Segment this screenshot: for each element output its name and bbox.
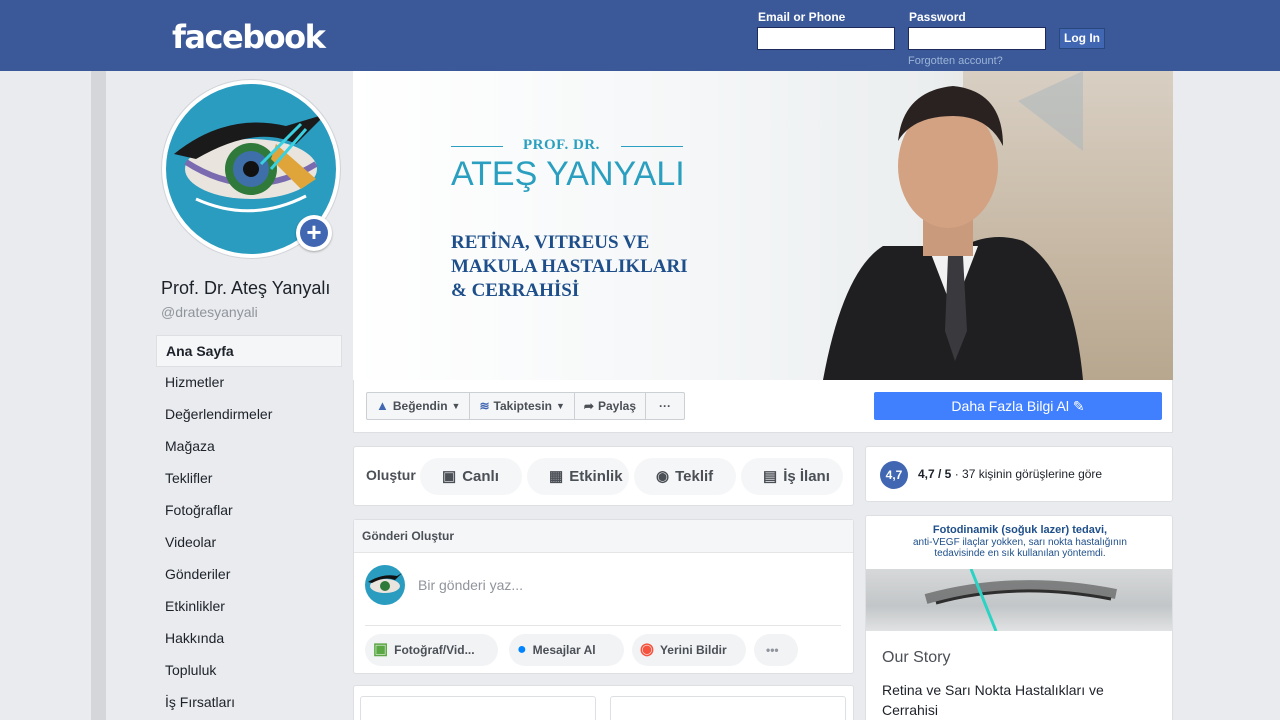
nav-item-home[interactable]: Ana Sayfa bbox=[156, 335, 342, 367]
nav-item-shop[interactable]: Mağaza bbox=[156, 431, 342, 463]
doctor-portrait bbox=[823, 71, 1083, 380]
photo-icon: ▣ bbox=[373, 641, 389, 658]
create-job-button[interactable]: ▤ İş İlanı bbox=[741, 458, 843, 495]
cover-decor-line-right bbox=[621, 146, 683, 147]
share-label: Paylaş bbox=[597, 399, 637, 413]
story-title: Our Story bbox=[882, 649, 951, 666]
top-bar: facebook Email or Phone Password Log In … bbox=[0, 0, 1280, 71]
location-pin-icon: ◉ bbox=[640, 641, 654, 658]
nav-item-reviews[interactable]: Değerlendirmeler bbox=[156, 399, 342, 431]
offer-label: Teklif bbox=[675, 468, 714, 485]
get-messages-button[interactable]: ● Mesajlar Al bbox=[509, 634, 624, 666]
rating-summary[interactable]: 4,7 4,7 / 5 · 37 kişinin görüşlerine gör… bbox=[865, 446, 1173, 502]
avatar bbox=[365, 565, 405, 605]
rating-badge: 4,7 bbox=[880, 461, 908, 489]
page-nav: Ana Sayfa Hizmetler Değerlendirmeler Mağ… bbox=[156, 335, 342, 719]
page-title[interactable]: Prof. Dr. Ateş Yanyalı bbox=[161, 278, 330, 299]
like-button[interactable]: ▲ Beğendin ▼ bbox=[367, 393, 471, 419]
photo-video-button[interactable]: ▣ Fotoğraf/Vid... bbox=[365, 634, 498, 666]
learn-more-button[interactable]: Daha Fazla Bilgi Al ✎ bbox=[874, 392, 1162, 420]
story-image: Fotodinamik (soğuk lazer) tedavi, anti-V… bbox=[866, 516, 1172, 631]
more-options-button[interactable]: ··· bbox=[646, 393, 684, 419]
create-label: Oluştur bbox=[366, 467, 416, 483]
photo-label: Fotoğraf/Vid... bbox=[394, 643, 475, 657]
messenger-icon: ● bbox=[517, 641, 527, 658]
eye-closeup-photo bbox=[866, 568, 1172, 631]
story-image-caption-line: anti-VEGF ilaçlar yokken, sarı nokta has… bbox=[913, 537, 1127, 548]
cover-decor-line-left bbox=[451, 146, 503, 147]
nav-item-videos[interactable]: Videolar bbox=[156, 527, 342, 559]
chevron-down-icon: ▼ bbox=[556, 401, 565, 411]
nav-item-photos[interactable]: Fotoğraflar bbox=[156, 495, 342, 527]
post-preview-card[interactable] bbox=[610, 696, 846, 720]
job-label: İş İlanı bbox=[783, 468, 830, 485]
story-text: Retina ve Sarı Nokta Hastalıkları ve Cer… bbox=[882, 682, 1104, 718]
cover-prof-title: PROF. DR. bbox=[523, 137, 600, 153]
composer-more-button[interactable]: ••• bbox=[754, 634, 798, 666]
email-label: Email or Phone bbox=[758, 10, 846, 24]
cover-doctor-name: ATEŞ YANYALI bbox=[451, 155, 685, 193]
nav-item-about[interactable]: Hakkında bbox=[156, 623, 342, 655]
cover-subtitle-line: RETİNA, VITREUS VE bbox=[451, 232, 650, 253]
nav-item-offers[interactable]: Teklifler bbox=[156, 463, 342, 495]
story-image-title: Fotodinamik (soğuk lazer) tedavi, bbox=[932, 524, 1108, 536]
follow-label: Takiptesin bbox=[493, 399, 552, 413]
password-label: Password bbox=[909, 10, 966, 24]
email-field[interactable] bbox=[757, 27, 895, 50]
rss-icon: ≋ bbox=[479, 399, 490, 413]
share-arrow-icon: ➦ bbox=[583, 399, 594, 413]
posts-section bbox=[353, 685, 854, 720]
create-event-button[interactable]: ▦ Etkinlik bbox=[527, 458, 629, 495]
action-button-group: ▲ Beğendin ▼ ≋ Takiptesin ▼ ➦ Paylaş ··· bbox=[366, 392, 686, 420]
password-field[interactable] bbox=[908, 27, 1046, 50]
cover-photo[interactable]: PROF. DR. ATEŞ YANYALI RETİNA, VITREUS V… bbox=[353, 71, 1173, 380]
cta-label: Daha Fazla Bilgi Al bbox=[951, 398, 1069, 414]
briefcase-icon: ▤ bbox=[763, 468, 778, 485]
rating-count: · 37 kişinin görüşlerine göre bbox=[951, 467, 1103, 481]
checkin-label: Yerini Bildir bbox=[659, 643, 727, 657]
nav-item-events[interactable]: Etkinlikler bbox=[156, 591, 342, 623]
page-handle[interactable]: @dratesyanyali bbox=[161, 304, 258, 320]
live-label: Canlı bbox=[462, 468, 499, 485]
video-camera-icon: ▣ bbox=[442, 468, 457, 485]
check-in-button[interactable]: ◉ Yerini Bildir bbox=[632, 634, 746, 666]
like-label: Beğendin bbox=[392, 399, 448, 413]
calendar-icon: ▦ bbox=[549, 468, 564, 485]
nav-item-services[interactable]: Hizmetler bbox=[156, 367, 342, 399]
chevron-down-icon: ▼ bbox=[451, 401, 461, 411]
post-preview-card[interactable] bbox=[360, 696, 596, 720]
add-profile-photo-button[interactable]: + bbox=[296, 215, 332, 251]
facebook-logo[interactable]: facebook bbox=[172, 18, 326, 56]
follow-button[interactable]: ≋ Takiptesin ▼ bbox=[470, 393, 575, 419]
cover-subtitle: RETİNA, VITREUS VE MAKULA HASTALIKLARI &… bbox=[451, 231, 688, 303]
nav-item-jobs[interactable]: İş Fırsatları bbox=[156, 687, 342, 719]
our-story-card[interactable]: Fotodinamik (soğuk lazer) tedavi, anti-V… bbox=[865, 515, 1173, 720]
cover-subtitle-line: MAKULA HASTALIKLARI bbox=[451, 256, 688, 277]
divider bbox=[365, 625, 841, 626]
thumbs-up-icon: ▲ bbox=[376, 398, 389, 413]
forgot-account-link[interactable]: Forgotten account? bbox=[908, 55, 1003, 67]
story-image-caption-line: tedavisinde en sık kullanılan yöntemdi. bbox=[934, 548, 1106, 559]
cover-subtitle-line: & CERRAHİSİ bbox=[451, 280, 580, 301]
percent-icon: ◉ bbox=[656, 468, 670, 485]
share-button[interactable]: ➦ Paylaş bbox=[575, 393, 647, 419]
event-label: Etkinlik bbox=[569, 468, 623, 485]
post-input[interactable]: Bir gönderi yaz... bbox=[418, 577, 523, 593]
plus-icon: + bbox=[300, 219, 328, 247]
story-image-caption: anti-VEGF ilaçlar yokken, sarı nokta has… bbox=[866, 537, 1172, 559]
pencil-icon: ✎ bbox=[1072, 398, 1085, 414]
post-composer: Gönderi Oluştur Bir gönderi yaz... ▣ Fot… bbox=[353, 519, 854, 674]
create-offer-button[interactable]: ◉ Teklif bbox=[634, 458, 736, 495]
messages-label: Mesajlar Al bbox=[532, 643, 596, 657]
rating-score: 4,7 / 5 bbox=[918, 467, 952, 481]
rating-text: 4,7 / 5 · 37 kişinin görüşlerine göre bbox=[918, 467, 1102, 481]
login-button[interactable]: Log In bbox=[1059, 28, 1105, 49]
create-panel: Oluştur ▣ Canlı ▦ Etkinlik ◉ Teklif ▤ İş… bbox=[353, 446, 854, 506]
nav-item-posts[interactable]: Gönderiler bbox=[156, 559, 342, 591]
create-live-button[interactable]: ▣ Canlı bbox=[420, 458, 522, 495]
nav-item-community[interactable]: Topluluk bbox=[156, 655, 342, 687]
composer-header: Gönderi Oluştur bbox=[354, 520, 853, 553]
page-action-bar: ▲ Beğendin ▼ ≋ Takiptesin ▼ ➦ Paylaş ···… bbox=[353, 380, 1173, 433]
left-scroll-rail bbox=[91, 71, 106, 720]
